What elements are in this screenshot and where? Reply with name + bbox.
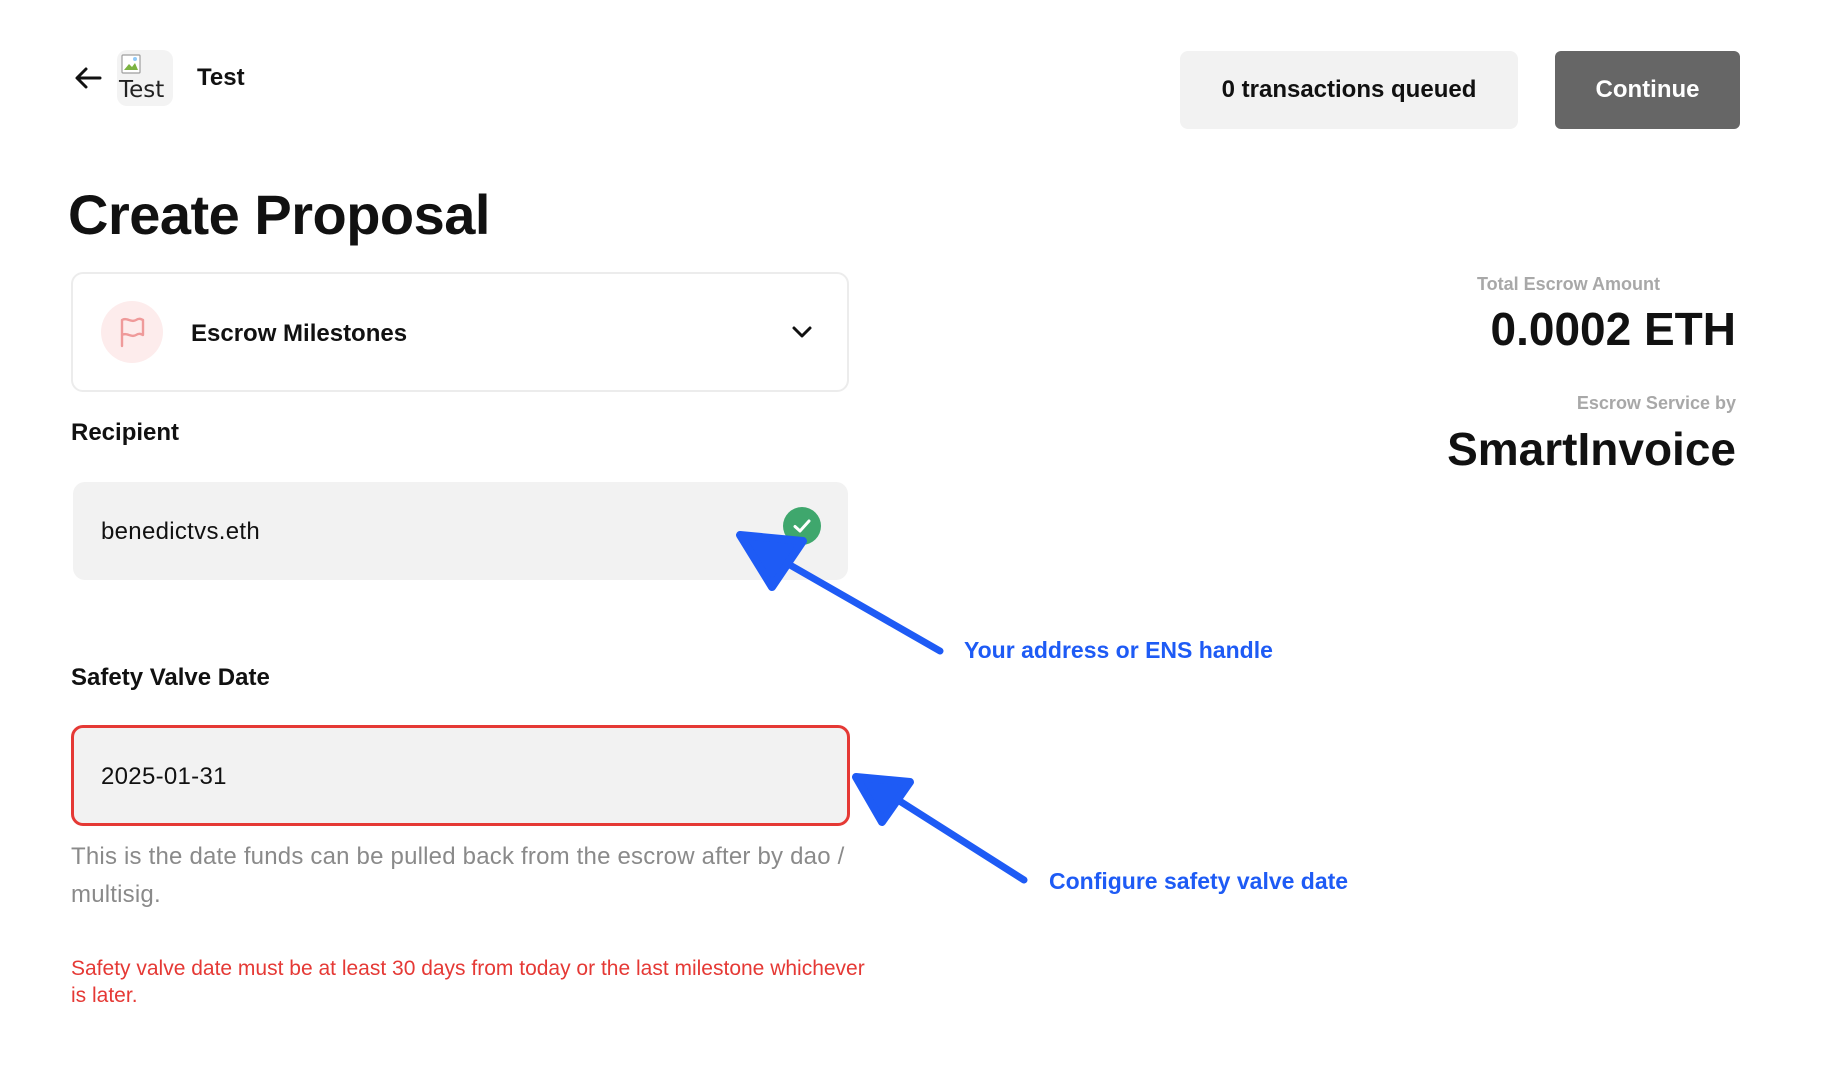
create-proposal-page: Test Test 0 transactions queued Continue… xyxy=(0,0,1844,1076)
transactions-queued-button[interactable]: 0 transactions queued xyxy=(1180,51,1518,129)
recipient-value: benedictvs.eth xyxy=(101,518,260,545)
avatar-alt-text: Test xyxy=(119,77,165,103)
flag-icon-circle xyxy=(101,301,163,363)
date-annotation-text: Configure safety valve date xyxy=(1049,868,1349,894)
recipient-label: Recipient xyxy=(71,419,180,446)
check-circle-icon xyxy=(783,507,821,545)
safety-valve-error-text: Safety valve date must be at least 30 da… xyxy=(71,957,865,1007)
dao-avatar: Test xyxy=(117,50,173,106)
page-title: Create Proposal xyxy=(68,183,491,246)
total-escrow-label: Total Escrow Amount xyxy=(1476,274,1660,294)
flag-icon xyxy=(120,317,145,348)
safety-valve-value: 2025-01-31 xyxy=(101,763,227,790)
broken-image-icon xyxy=(121,54,141,74)
proposal-type-select[interactable]: Escrow Milestones xyxy=(71,272,849,392)
dao-name: Test xyxy=(197,64,245,91)
proposal-type-label: Escrow Milestones xyxy=(191,320,408,347)
date-annotation-arrow xyxy=(852,773,1028,884)
escrow-service-label: Escrow Service by xyxy=(1576,393,1736,413)
safety-valve-label: Safety Valve Date xyxy=(71,664,270,691)
safety-valve-date-input[interactable]: 2025-01-31 xyxy=(71,725,850,826)
back-button[interactable] xyxy=(70,60,106,96)
escrow-service-name: SmartInvoice xyxy=(1447,423,1736,475)
chevron-down-icon xyxy=(792,326,812,338)
recipient-input[interactable]: benedictvs.eth xyxy=(73,482,848,580)
arrow-left-icon xyxy=(75,67,102,89)
total-escrow-amount: 0.0002 ETH xyxy=(1490,303,1736,355)
continue-button[interactable]: Continue xyxy=(1555,51,1740,129)
safety-valve-helper-text: This is the date funds can be pulled bac… xyxy=(71,843,845,908)
recipient-annotation-text: Your address or ENS handle xyxy=(964,637,1273,663)
